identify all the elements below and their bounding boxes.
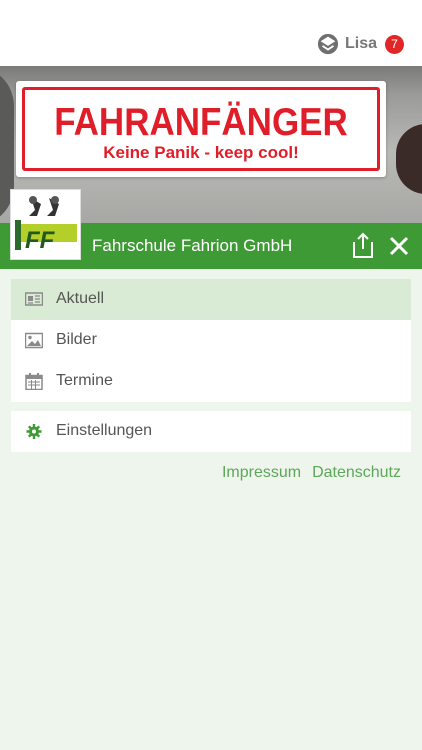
logo-graphic: FF: [11, 190, 80, 259]
menu-item-einstellungen[interactable]: Einstellungen: [11, 411, 411, 452]
user-profile-icon: [317, 33, 339, 55]
user-name[interactable]: Lisa: [345, 35, 377, 53]
calendar-icon: [25, 373, 43, 390]
sticker-subline: Keine Panik - keep cool!: [103, 143, 299, 162]
menu-item-bilder[interactable]: Bilder: [11, 320, 411, 361]
sticker-headline: FAHRANFÄNGER: [54, 101, 348, 144]
share-icon[interactable]: [350, 231, 376, 259]
gear-icon: [26, 424, 42, 439]
image-icon: [25, 332, 43, 349]
car-taillight-decoration: [396, 124, 422, 194]
footer-links: Impressum Datenschutz: [211, 464, 401, 482]
top-bar: Lisa 7: [0, 0, 422, 66]
menu-item-label: Bilder: [56, 331, 97, 348]
company-name: Fahrschule Fahrion GmbH: [92, 236, 293, 255]
datenschutz-link[interactable]: Datenschutz: [312, 464, 401, 482]
main-menu: Aktuell Bilder Termine: [11, 279, 411, 402]
impressum-link[interactable]: Impressum: [222, 464, 301, 482]
logo-text: FF: [25, 227, 56, 254]
settings-menu: Einstellungen: [11, 411, 411, 452]
sticker-image: FAHRANFÄNGER Keine Panik - keep cool!: [16, 81, 386, 177]
menu-item-label: Termine: [56, 372, 113, 389]
menu-item-label: Einstellungen: [56, 422, 153, 439]
user-menu[interactable]: Lisa 7: [317, 32, 404, 56]
notification-badge[interactable]: 7: [385, 34, 404, 54]
company-logo: FF: [10, 189, 81, 260]
news-icon: [25, 292, 43, 306]
menu-item-termine[interactable]: Termine: [11, 361, 411, 402]
menu-item-aktuell[interactable]: Aktuell: [11, 279, 411, 320]
close-icon[interactable]: [388, 235, 410, 257]
menu-item-label: Aktuell: [56, 290, 105, 307]
